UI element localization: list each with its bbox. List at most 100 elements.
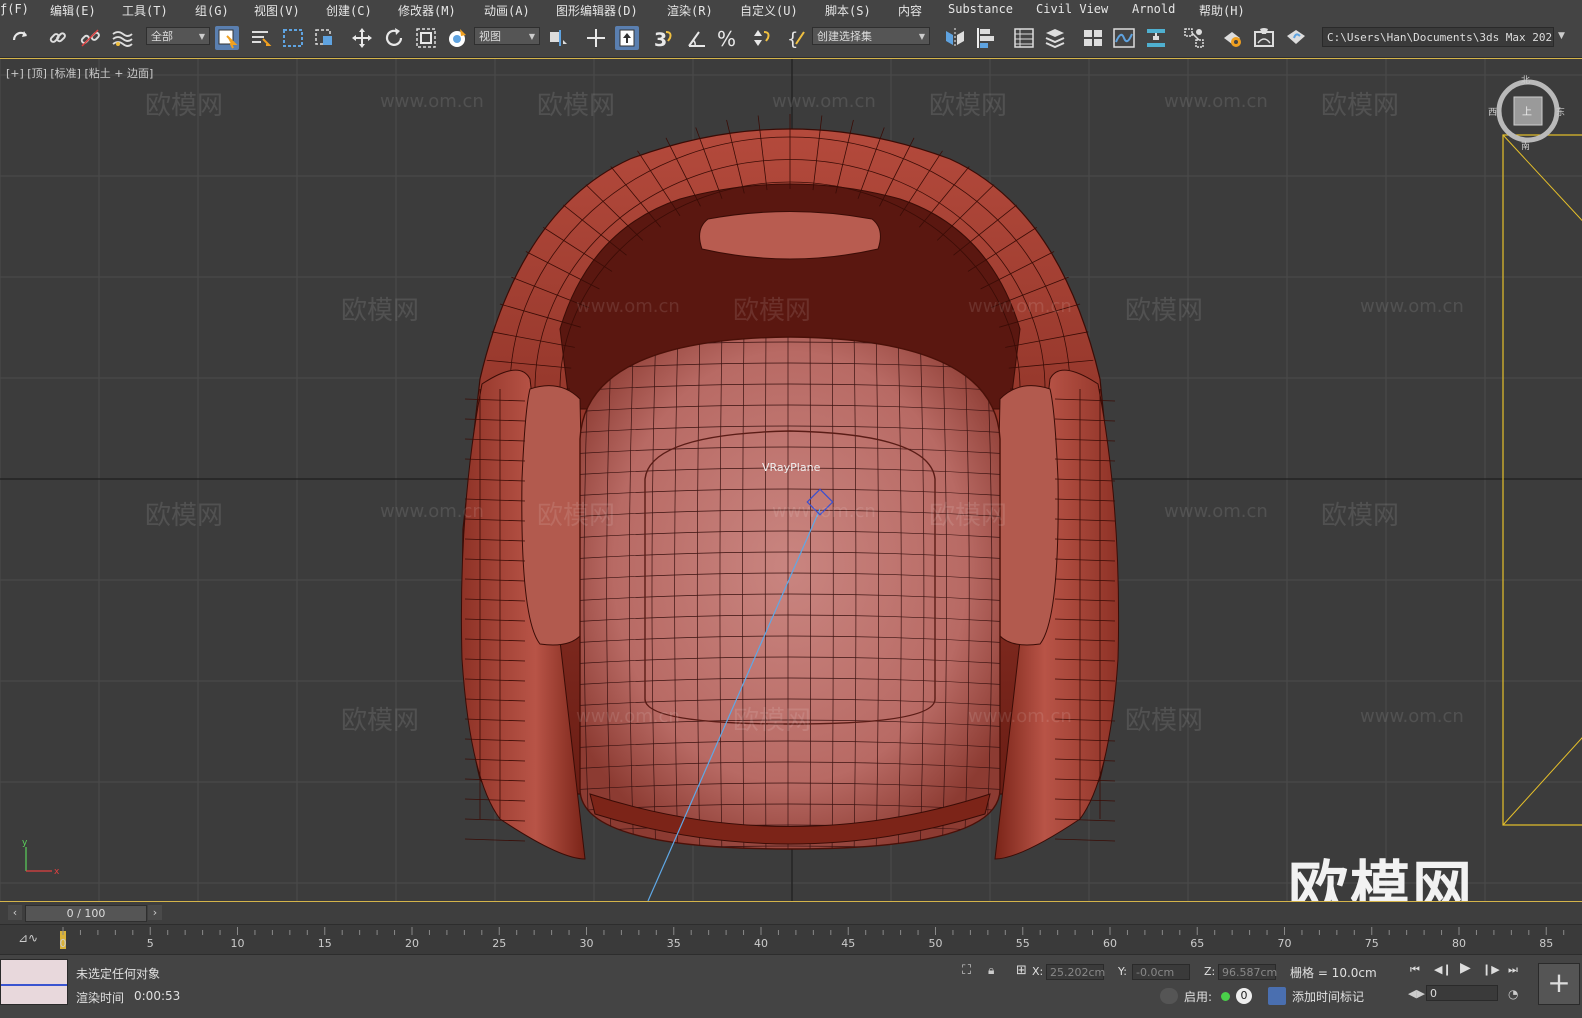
layer-explorer-icon[interactable] (1043, 26, 1067, 50)
menu-rendering[interactable]: 渲染(R) (667, 2, 713, 19)
watermark-text: 欧模网 (145, 91, 224, 121)
next-frame-arrow-icon[interactable]: › (148, 905, 162, 920)
menu-views[interactable]: 视图(V) (254, 2, 300, 19)
absolute-transform-icon[interactable]: ⊞ (1016, 963, 1027, 978)
time-slider[interactable]: 0 / 100 (25, 905, 147, 922)
time-tag-icon[interactable] (1268, 987, 1286, 1005)
menu-modifiers[interactable]: 修改器(M) (398, 2, 456, 19)
watermark-url: www.om.cn (772, 501, 876, 522)
snap-3d-icon[interactable]: 3 (652, 26, 676, 51)
current-frame-field[interactable]: 0 (1426, 985, 1498, 1001)
z-coordinate-field[interactable]: 96.587cm (1218, 964, 1277, 980)
link-icon[interactable] (46, 26, 70, 50)
key-mode-icon[interactable]: ◀▶ (1408, 987, 1425, 1000)
project-path-dropdown-icon[interactable]: ▼ (1558, 31, 1565, 41)
schematic-view-icon[interactable] (1144, 26, 1168, 50)
material-editor-icon[interactable] (1182, 26, 1206, 50)
angle-snap-icon[interactable] (685, 26, 709, 50)
viewport-canvas[interactable]: y x (0, 59, 1582, 901)
align-icon[interactable] (974, 26, 998, 50)
menu-scripting[interactable]: 脚本(S) (825, 2, 871, 19)
menu-substance[interactable]: Substance (948, 2, 1013, 16)
viewport-label[interactable]: [+] [顶] [标准] [粘土 + 边面] (6, 65, 153, 81)
viewcube-east[interactable]: 东 (1556, 105, 1565, 118)
svg-text:x: x (54, 867, 60, 877)
timeline-tick-label: 40 (754, 937, 768, 950)
render-setup-icon[interactable] (1220, 26, 1244, 50)
y-coordinate-field[interactable]: -0.0cm (1132, 964, 1190, 980)
select-manipulate-icon[interactable] (584, 26, 608, 50)
camera-frustum[interactable] (1502, 134, 1582, 826)
watermark-text: 欧模网 (537, 91, 616, 121)
play-icon[interactable]: ▶ (1460, 960, 1471, 976)
reference-coordinate-dropdown[interactable]: 视图 ▼ (474, 27, 540, 45)
menu-create[interactable]: 创建(C) (326, 2, 372, 19)
move-icon[interactable] (350, 26, 374, 50)
redo-icon[interactable] (8, 26, 32, 50)
bind-spacewarp-icon[interactable] (110, 26, 134, 50)
render-production-icon[interactable] (1284, 26, 1308, 50)
goto-end-icon[interactable]: ⏭ (1508, 963, 1518, 977)
pivot-center-icon[interactable] (546, 26, 570, 50)
watermark-url: www.om.cn (576, 296, 680, 317)
menu-tools[interactable]: 工具(T) (122, 2, 168, 19)
enable-count-badge[interactable]: 0 (1236, 988, 1252, 1004)
toggle-ribbon-icon[interactable] (1081, 26, 1105, 50)
curve-editor-icon[interactable] (1112, 26, 1136, 50)
watermark-url: www.om.cn (772, 91, 876, 112)
selection-lock-icon[interactable]: 🔒︎ (988, 963, 994, 978)
time-configuration-icon[interactable]: ◔ (1508, 987, 1518, 1001)
selection-status: 未选定任何对象 (76, 967, 161, 981)
chair-model[interactable] (460, 114, 1120, 860)
viewcube-south[interactable]: 南 (1521, 139, 1530, 152)
goto-start-icon[interactable]: ⏮ (1410, 963, 1420, 977)
isolate-selection-icon[interactable]: ⛶ (962, 963, 971, 978)
scale-icon[interactable] (414, 26, 438, 50)
menu-group[interactable]: 组(G) (195, 2, 229, 19)
menu-customize[interactable]: 自定义(U) (740, 2, 798, 19)
percent-snap-icon[interactable]: % (716, 26, 740, 51)
scene-explorer-icon[interactable] (1012, 26, 1036, 50)
x-coordinate-field[interactable]: 25.202cm (1046, 964, 1105, 980)
adaptive-degradation-icon[interactable] (1160, 988, 1178, 1004)
project-path-field[interactable]: C:\Users\Han\Documents\3ds Max 2022 (1322, 27, 1554, 47)
mirror-icon[interactable] (943, 26, 967, 50)
window-crossing-icon[interactable] (313, 26, 337, 50)
viewport-navigation-add-icon[interactable]: + (1538, 963, 1580, 1005)
viewcube-north[interactable]: 北 (1521, 73, 1530, 86)
named-selection-sets-dropdown[interactable]: 创建选择集 ▼ (812, 27, 930, 45)
select-by-name-icon[interactable] (248, 26, 272, 50)
menu-graph_editors[interactable]: 图形编辑器(D) (556, 2, 638, 19)
edit-named-selection-icon[interactable]: { (786, 26, 810, 50)
watermark-url: www.om.cn (1360, 296, 1464, 317)
menu-arnold[interactable]: Arnold (1132, 2, 1175, 16)
prev-frame-arrow-icon[interactable]: ‹ (8, 905, 22, 920)
unlink-icon[interactable] (78, 26, 102, 50)
timeline-tick-label: 70 (1277, 937, 1292, 950)
watermark-text: 欧模网 (1321, 501, 1400, 531)
menu-animation[interactable]: 动画(A) (484, 2, 530, 19)
viewcube-west[interactable]: 西 (1488, 105, 1497, 118)
rendered-frame-window-icon[interactable] (1252, 26, 1276, 50)
next-key-icon[interactable]: ❙▶ (1482, 963, 1500, 976)
menu-content[interactable]: 内容 (898, 2, 922, 19)
rectangular-selection-icon[interactable] (281, 26, 305, 50)
add-time-tag[interactable]: 添加时间标记 (1292, 988, 1364, 1005)
menu-help[interactable]: 帮助(H) (1199, 2, 1245, 19)
viewport-top[interactable]: y x [+] [顶] [标准] [粘土 + 边面] VRayPlane 北 南… (0, 58, 1582, 902)
keyboard-shortcut-override-icon[interactable] (615, 26, 639, 50)
menu-file[interactable]: ƒ(F) (0, 2, 29, 16)
selection-filter-dropdown[interactable]: 全部 ▼ (146, 27, 210, 45)
timeline-tick-label: 55 (1015, 937, 1030, 950)
rotate-icon[interactable] (382, 26, 406, 50)
time-slider-bar: ‹ 0 / 100 › (0, 902, 1582, 924)
maxscript-listener-mini[interactable] (0, 959, 68, 1005)
menu-edit[interactable]: 编辑(E) (50, 2, 96, 19)
viewcube-top-face[interactable]: 上 (1522, 103, 1532, 118)
place-icon[interactable] (446, 26, 470, 50)
track-bar[interactable]: ⊿∿ 0 5 10 15 20 25 30 35 40 45 50 55 60 65 70 75 80 85 (0, 924, 1582, 955)
spinner-snap-icon[interactable] (748, 26, 772, 50)
select-object-icon[interactable] (215, 26, 239, 50)
menu-civil_view[interactable]: Civil View (1036, 2, 1108, 16)
previous-key-icon[interactable]: ◀❙ (1434, 963, 1452, 976)
